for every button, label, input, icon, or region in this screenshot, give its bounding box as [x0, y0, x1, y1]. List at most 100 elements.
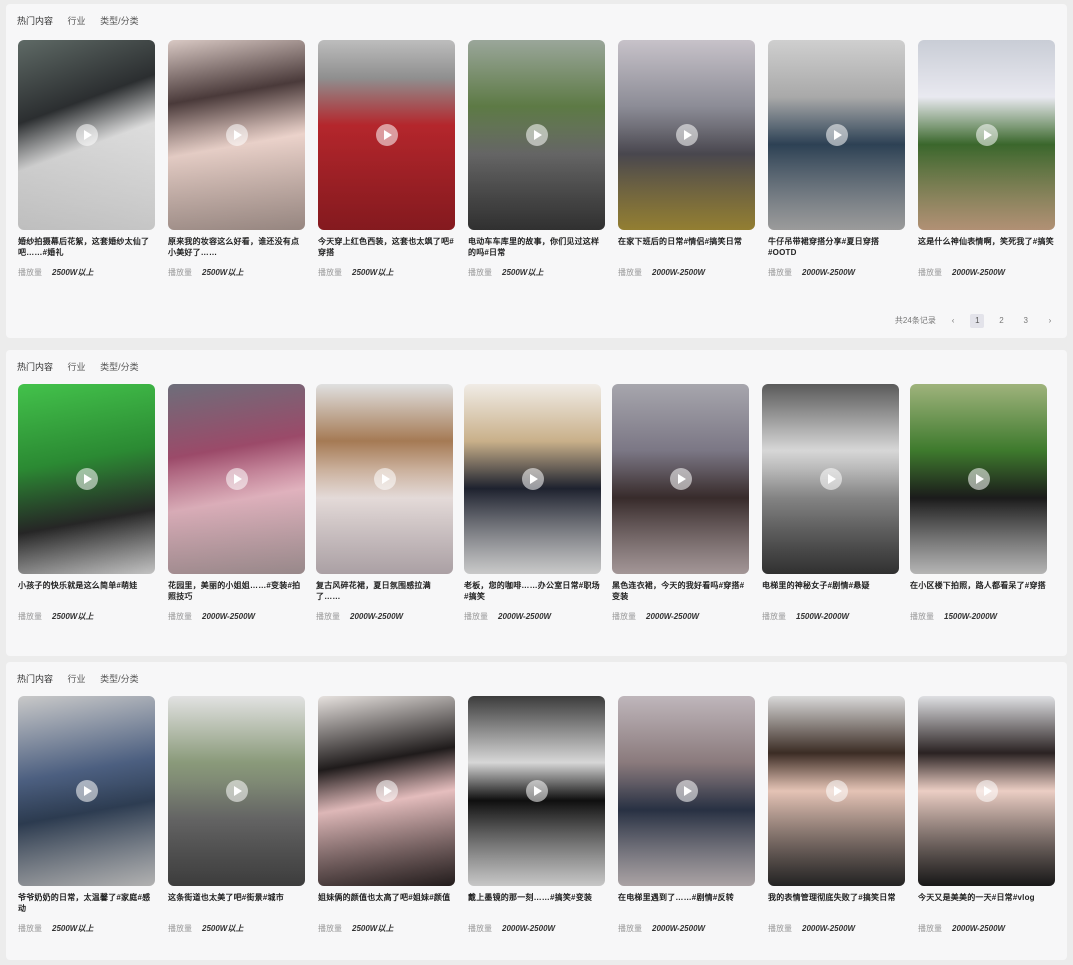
pagination-page-1[interactable]: 1: [970, 314, 985, 328]
pagination-page-3[interactable]: 3: [1019, 314, 1033, 328]
video-card[interactable]: 今天穿上红色西装，这套也太飒了吧#穿搭 播放量 2500W以上: [318, 40, 455, 278]
play-icon[interactable]: [675, 780, 698, 802]
video-card[interactable]: 在家下班后的日常#情侣#搞笑日常 播放量 2000W-2500W: [618, 40, 755, 278]
video-title[interactable]: 原来我的妆容这么好看，谁还没有点小美好了……: [168, 236, 305, 258]
video-title[interactable]: 老板，您的咖啡……办公室日常#职场#搞笑: [464, 580, 601, 602]
video-title[interactable]: 在家下班后的日常#情侣#搞笑日常: [618, 236, 755, 258]
filter-category[interactable]: 类型/分类: [100, 16, 139, 26]
play-icon[interactable]: [825, 780, 848, 802]
play-icon[interactable]: [825, 124, 848, 146]
video-thumbnail[interactable]: [464, 384, 601, 574]
video-card[interactable]: 这是什么神仙表情啊，笑死我了#搞笑 播放量 2000W-2500W: [918, 40, 1055, 278]
video-card[interactable]: 复古风碎花裙，夏日氛围感拉满了…… 播放量 2000W-2500W: [316, 384, 453, 622]
video-card[interactable]: 在小区楼下拍照，路人都看呆了#穿搭 播放量 1500W-2000W: [910, 384, 1047, 622]
video-thumbnail[interactable]: [168, 696, 305, 886]
video-thumbnail[interactable]: [618, 696, 755, 886]
video-thumbnail[interactable]: [18, 40, 155, 230]
video-card[interactable]: 婚纱拍摄幕后花絮，这套婚纱太仙了吧……#婚礼 播放量 2500W以上: [18, 40, 155, 278]
video-title[interactable]: 黑色连衣裙，今天的我好看吗#穿搭#变装: [612, 580, 749, 602]
video-card[interactable]: 这条街道也太美了吧#街景#城市 播放量 2500W以上: [168, 696, 305, 934]
video-card[interactable]: 老板，您的咖啡……办公室日常#职场#搞笑 播放量 2000W-2500W: [464, 384, 601, 622]
video-card[interactable]: 爷爷奶奶的日常，太温馨了#家庭#感动 播放量 2500W以上: [18, 696, 155, 934]
video-title[interactable]: 花园里，美丽的小姐姐……#变装#拍照技巧: [168, 580, 305, 602]
video-title[interactable]: 今天又是美美的一天#日常#vlog: [918, 892, 1055, 914]
play-icon[interactable]: [225, 468, 248, 490]
video-thumbnail[interactable]: [168, 384, 305, 574]
video-title[interactable]: 电动车车库里的故事，你们见过这样的吗#日常: [468, 236, 605, 258]
video-thumbnail[interactable]: [762, 384, 899, 574]
video-title[interactable]: 在电梯里遇到了……#剧情#反转: [618, 892, 755, 914]
video-title[interactable]: 这条街道也太美了吧#街景#城市: [168, 892, 305, 914]
pagination-prev[interactable]: ‹: [946, 314, 960, 328]
play-icon[interactable]: [375, 780, 398, 802]
pagination-next[interactable]: ›: [1043, 314, 1057, 328]
video-title[interactable]: 电梯里的神秘女子#剧情#悬疑: [762, 580, 899, 602]
video-card[interactable]: 牛仔吊带裙穿搭分享#夏日穿搭#OOTD 播放量 2000W-2500W: [768, 40, 905, 278]
video-title[interactable]: 我的表情管理彻底失败了#搞笑日常: [768, 892, 905, 914]
filter-industry[interactable]: 行业: [68, 362, 86, 372]
video-thumbnail[interactable]: [768, 696, 905, 886]
video-title[interactable]: 复古风碎花裙，夏日氛围感拉满了……: [316, 580, 453, 602]
filter-hot[interactable]: 热门内容: [17, 674, 53, 684]
video-thumbnail[interactable]: [918, 696, 1055, 886]
video-title[interactable]: 这是什么神仙表情啊，笑死我了#搞笑: [918, 236, 1055, 258]
filter-industry[interactable]: 行业: [68, 16, 86, 26]
video-card[interactable]: 小孩子的快乐就是这么简单#萌娃 播放量 2500W以上: [18, 384, 155, 622]
filter-category[interactable]: 类型/分类: [100, 674, 139, 684]
play-icon[interactable]: [967, 468, 990, 490]
video-card[interactable]: 黑色连衣裙，今天的我好看吗#穿搭#变装 播放量 2000W-2500W: [612, 384, 749, 622]
video-thumbnail[interactable]: [168, 40, 305, 230]
video-title[interactable]: 婚纱拍摄幕后花絮，这套婚纱太仙了吧……#婚礼: [18, 236, 155, 258]
pagination-page-2[interactable]: 2: [995, 314, 1009, 328]
filter-hot[interactable]: 热门内容: [17, 16, 53, 26]
play-icon[interactable]: [75, 780, 98, 802]
play-icon[interactable]: [975, 124, 998, 146]
filter-category[interactable]: 类型/分类: [100, 362, 139, 372]
video-card[interactable]: 今天又是美美的一天#日常#vlog 播放量 2000W-2500W: [918, 696, 1055, 934]
play-icon[interactable]: [373, 468, 396, 490]
video-thumbnail[interactable]: [618, 40, 755, 230]
play-icon[interactable]: [525, 780, 548, 802]
video-card[interactable]: 原来我的妆容这么好看，谁还没有点小美好了…… 播放量 2500W以上: [168, 40, 305, 278]
video-thumbnail[interactable]: [918, 40, 1055, 230]
video-thumbnail[interactable]: [468, 696, 605, 886]
play-icon[interactable]: [975, 780, 998, 802]
video-title[interactable]: 在小区楼下拍照，路人都看呆了#穿搭: [910, 580, 1047, 602]
video-card[interactable]: 电梯里的神秘女子#剧情#悬疑 播放量 1500W-2000W: [762, 384, 899, 622]
video-title[interactable]: 今天穿上红色西装，这套也太飒了吧#穿搭: [318, 236, 455, 258]
play-icon[interactable]: [521, 468, 544, 490]
play-icon[interactable]: [375, 124, 398, 146]
filter-hot[interactable]: 热门内容: [17, 362, 53, 372]
play-icon[interactable]: [75, 124, 98, 146]
video-thumbnail[interactable]: [316, 384, 453, 574]
play-icon[interactable]: [75, 468, 98, 490]
views-value: 2500W以上: [202, 268, 244, 277]
video-thumbnail[interactable]: [18, 696, 155, 886]
video-title[interactable]: 小孩子的快乐就是这么简单#萌娃: [18, 580, 155, 602]
video-card[interactable]: 戴上墨镜的那一刻……#搞笑#变装 播放量 2000W-2500W: [468, 696, 605, 934]
video-title[interactable]: 姐妹俩的颜值也太高了吧#姐妹#颜值: [318, 892, 455, 914]
play-icon[interactable]: [225, 780, 248, 802]
play-icon[interactable]: [819, 468, 842, 490]
play-icon[interactable]: [525, 124, 548, 146]
play-icon[interactable]: [669, 468, 692, 490]
views-value: 2000W-2500W: [202, 612, 256, 621]
video-thumbnail[interactable]: [910, 384, 1047, 574]
video-thumbnail[interactable]: [18, 384, 155, 574]
video-title[interactable]: 牛仔吊带裙穿搭分享#夏日穿搭#OOTD: [768, 236, 905, 258]
video-title[interactable]: 爷爷奶奶的日常，太温馨了#家庭#感动: [18, 892, 155, 914]
video-thumbnail[interactable]: [318, 696, 455, 886]
play-icon[interactable]: [675, 124, 698, 146]
video-card[interactable]: 姐妹俩的颜值也太高了吧#姐妹#颜值 播放量 2500W以上: [318, 696, 455, 934]
filter-industry[interactable]: 行业: [68, 674, 86, 684]
video-card[interactable]: 在电梯里遇到了……#剧情#反转 播放量 2000W-2500W: [618, 696, 755, 934]
video-thumbnail[interactable]: [318, 40, 455, 230]
play-icon[interactable]: [225, 124, 248, 146]
video-card[interactable]: 电动车车库里的故事，你们见过这样的吗#日常 播放量 2500W以上: [468, 40, 605, 278]
video-card[interactable]: 我的表情管理彻底失败了#搞笑日常 播放量 2000W-2500W: [768, 696, 905, 934]
video-thumbnail[interactable]: [768, 40, 905, 230]
video-thumbnail[interactable]: [468, 40, 605, 230]
video-thumbnail[interactable]: [612, 384, 749, 574]
video-card[interactable]: 花园里，美丽的小姐姐……#变装#拍照技巧 播放量 2000W-2500W: [168, 384, 305, 622]
video-title[interactable]: 戴上墨镜的那一刻……#搞笑#变装: [468, 892, 605, 914]
